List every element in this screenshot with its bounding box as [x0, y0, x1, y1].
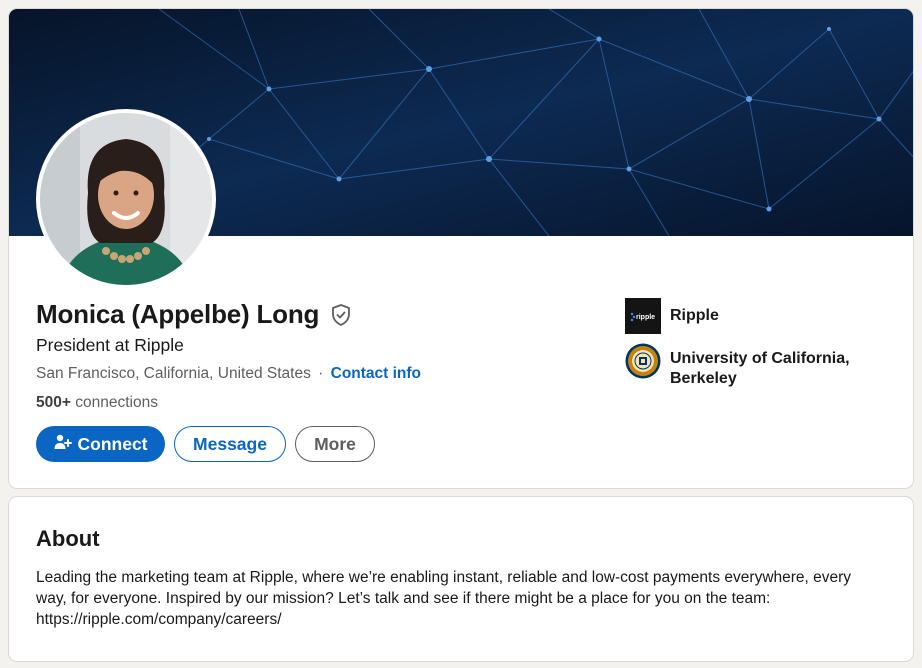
school-name: University of California, Berkeley: [670, 350, 850, 387]
add-person-icon: [54, 433, 72, 456]
shield-check-icon[interactable]: [329, 303, 353, 327]
profile-name: Monica (Appelbe) Long: [36, 299, 320, 329]
company-name: Ripple: [670, 307, 719, 324]
about-heading: About: [36, 526, 100, 551]
connections-label: connections: [75, 394, 158, 411]
about-text: Leading the marketing team at Ripple, wh…: [36, 569, 852, 628]
current-company[interactable]: ripple Ripple: [625, 298, 870, 334]
more-button[interactable]: More: [295, 426, 375, 462]
name-row: Monica (Appelbe) Long: [36, 299, 353, 330]
profile-headline: President at Ripple: [36, 335, 184, 355]
message-button[interactable]: Message: [174, 426, 286, 462]
connections-count[interactable]: 500+ connections: [36, 394, 158, 412]
contact-info-link[interactable]: Contact info: [331, 365, 421, 382]
location-separator: ·: [318, 365, 324, 382]
connect-button[interactable]: Connect: [36, 426, 165, 462]
uc-berkeley-seal-icon: [625, 343, 661, 379]
about-card: About Leading the marketing team at Ripp…: [8, 496, 914, 662]
connections-number: 500+: [36, 394, 71, 411]
ripple-logo: ripple: [625, 298, 661, 334]
profile-sidebar: ripple Ripple University of California, …: [625, 298, 870, 398]
profile-card: Monica (Appelbe) Long President at Rippl…: [8, 8, 914, 489]
profile-avatar[interactable]: [36, 109, 216, 289]
profile-location: San Francisco, California, United States: [36, 365, 311, 382]
education[interactable]: University of California, Berkeley: [625, 343, 870, 389]
connect-label: Connect: [77, 433, 148, 454]
profile-actions: Connect Message More: [36, 426, 375, 462]
location-row: San Francisco, California, United States…: [36, 365, 421, 383]
svg-text:ripple: ripple: [636, 314, 655, 321]
